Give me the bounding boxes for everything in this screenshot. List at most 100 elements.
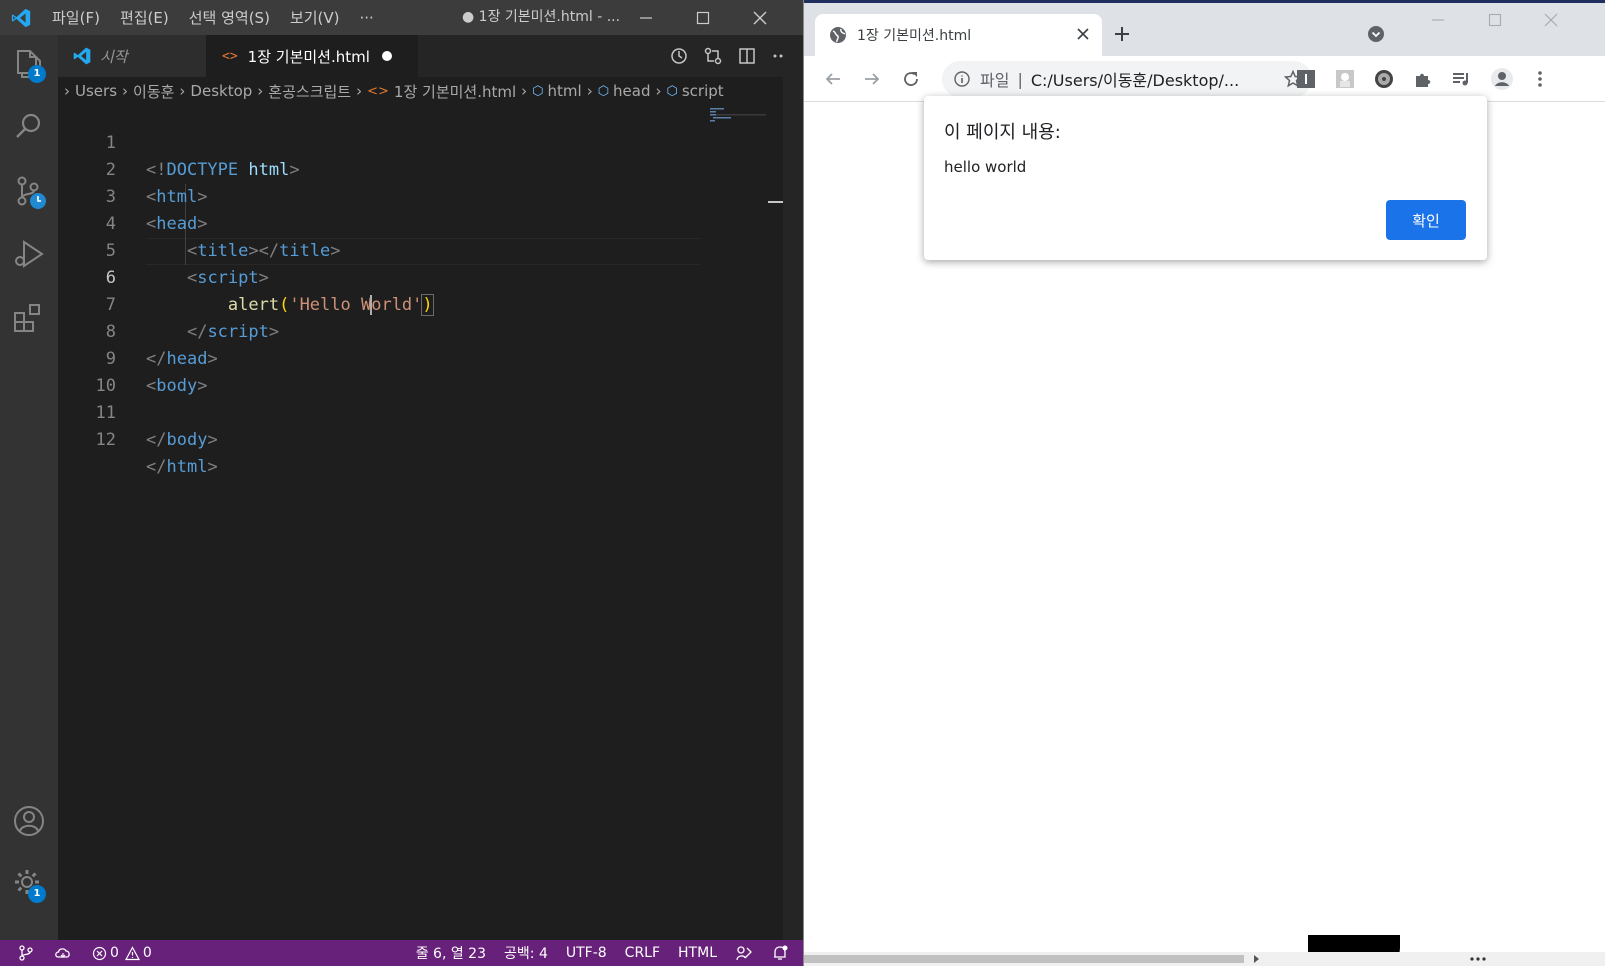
dialog-title: 이 페이지 내용: [944, 122, 1061, 143]
forward-button[interactable] [858, 65, 886, 93]
arrow-left-icon [825, 73, 840, 85]
separator: | [1017, 69, 1023, 89]
dialog-message: hello world [944, 158, 1027, 176]
extension-button[interactable] [1370, 65, 1398, 93]
chevron-right-icon: › [179, 82, 186, 100]
chrome-menu-button[interactable] [1526, 65, 1554, 93]
editor-actions [655, 35, 791, 77]
unsaved-dot-icon[interactable] [381, 51, 392, 61]
encoding[interactable]: UTF-8 [566, 945, 607, 961]
breadcrumb-item[interactable]: 혼공스크립트 [268, 81, 351, 102]
compare-button[interactable] [703, 46, 723, 66]
end-of-line[interactable]: CRLF [625, 945, 660, 961]
breadcrumb-item[interactable]: head [613, 82, 650, 100]
bell-icon [774, 945, 788, 960]
profile-button[interactable] [1488, 65, 1516, 93]
menu-bar: 파일(F) 편집(E) 선택 영역(S) 보기(V) ··· [52, 0, 394, 35]
media-controls-button[interactable] [1447, 65, 1475, 93]
tab-welcome[interactable]: 시작 [58, 35, 206, 77]
notifications-button[interactable] [771, 944, 789, 962]
run-debug-button[interactable] [10, 235, 48, 273]
address-bar[interactable]: 파일 | C:/Users/이동훈/Desktop/... [942, 61, 1312, 97]
editor-tabs: 시작 <> 1장 기본미션.html [58, 35, 803, 77]
ellipsis-icon[interactable] [1468, 954, 1488, 964]
minimap[interactable] [708, 105, 768, 125]
breadcrumb-item[interactable]: Users [75, 82, 117, 100]
code-editor[interactable]: 1 <!DOCTYPE html> 2 <html> 3 <head> 4 <t… [58, 105, 783, 917]
cloud-sync-icon [55, 948, 70, 958]
back-button[interactable] [819, 65, 847, 93]
close-button[interactable] [731, 0, 788, 35]
new-tab-button[interactable] [1108, 20, 1136, 48]
explorer-button[interactable]: 1 [10, 45, 48, 83]
chrome-window: 1장 기본미션.html 파일 | C:/Users/이동훈/Desktop/.… [803, 0, 1605, 966]
breadcrumb-item[interactable]: 이동훈 [133, 81, 174, 102]
editor-scrollbar[interactable] [768, 105, 783, 917]
code-line: 2 <html> [58, 130, 703, 207]
extension-button[interactable] [1331, 65, 1359, 93]
close-icon [1544, 13, 1558, 27]
chrome-close-button[interactable] [1537, 6, 1565, 34]
settings-button[interactable]: 1 [10, 865, 48, 903]
token: html [166, 457, 208, 477]
extension-avatar-icon [1336, 70, 1354, 88]
horizontal-scrollbar[interactable] [804, 952, 1605, 966]
tab-html-file[interactable]: <> 1장 기본미션.html [206, 35, 418, 77]
code-line: 3 <head> [58, 157, 703, 234]
breadcrumb-item[interactable]: 1장 기본미션.html [394, 81, 516, 102]
menu-more[interactable]: ··· [360, 9, 374, 27]
extension-button[interactable] [1292, 65, 1320, 93]
code-line: 5 <script> [58, 211, 703, 288]
problems-button[interactable]: 0 0 [92, 945, 152, 961]
source-control-button[interactable] [10, 173, 48, 211]
error-count: 0 [110, 945, 119, 961]
tab-label: 시작 [100, 47, 128, 66]
breadcrumb-item[interactable]: html [548, 82, 582, 100]
language-mode[interactable]: HTML [678, 945, 717, 961]
breadcrumb-item[interactable]: Desktop [190, 82, 252, 100]
remote-button[interactable] [18, 945, 34, 961]
chevron-right-icon: › [655, 82, 662, 100]
scroll-right-arrow-icon[interactable] [1252, 954, 1260, 964]
chrome-maximize-button[interactable] [1481, 6, 1509, 34]
maximize-button[interactable] [674, 0, 731, 35]
chevron-down-icon [1368, 26, 1384, 42]
code-line: 8 </head> [58, 292, 703, 369]
accounts-button[interactable] [10, 802, 48, 840]
close-icon [753, 11, 766, 24]
minimize-button[interactable] [617, 0, 674, 35]
scroll-thumb[interactable] [804, 955, 1244, 963]
menu-file[interactable]: 파일(F) [52, 7, 100, 28]
timeline-button[interactable] [669, 46, 689, 66]
scroll-position-marker [768, 201, 783, 203]
tab-search-button[interactable] [1362, 20, 1390, 48]
breadcrumb-item[interactable]: script [682, 82, 724, 100]
feedback-button[interactable] [735, 944, 753, 962]
window-title: ● 1장 기본미션.html - ... [462, 9, 621, 25]
indentation[interactable]: 공백: 4 [504, 943, 548, 963]
menu-view[interactable]: 보기(V) [290, 7, 340, 28]
tab-label: 1장 기본미션.html [247, 47, 370, 66]
menu-selection[interactable]: 선택 영역(S) [189, 7, 270, 28]
search-button[interactable] [10, 108, 48, 146]
activity-bar: 1 1 [0, 35, 58, 940]
code-line: 11 </body> [58, 373, 703, 450]
close-tab-button[interactable] [1076, 27, 1090, 45]
reload-icon [904, 72, 918, 86]
sync-button[interactable] [54, 945, 72, 961]
split-editor-button[interactable] [737, 46, 757, 66]
ok-button[interactable]: 확인 [1386, 200, 1466, 240]
browser-tab[interactable]: 1장 기본미션.html [815, 14, 1102, 56]
extensions-icon [14, 304, 40, 332]
chrome-minimize-button[interactable] [1424, 6, 1452, 34]
extensions-menu-button[interactable] [1409, 65, 1437, 93]
code-line: 10 [58, 346, 703, 396]
account-icon [14, 806, 44, 836]
feedback-icon [736, 946, 752, 961]
puzzle-icon [1416, 73, 1431, 87]
cursor-position[interactable]: 줄 6, 열 23 [416, 943, 486, 963]
extensions-button[interactable] [10, 300, 48, 338]
vscode-logo-icon [11, 8, 31, 28]
reload-button[interactable] [897, 65, 925, 93]
menu-edit[interactable]: 편집(E) [120, 7, 169, 28]
